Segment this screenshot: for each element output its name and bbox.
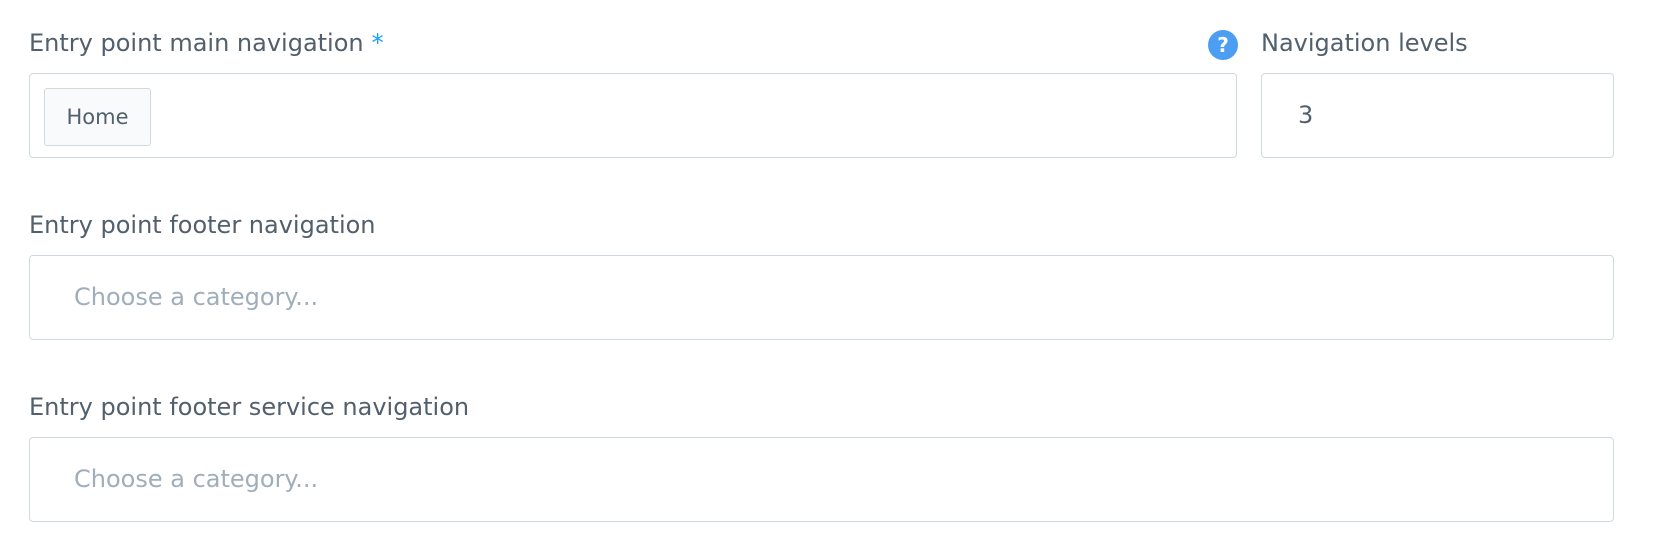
footer-navigation-label: Entry point footer navigation bbox=[29, 211, 376, 239]
footer-navigation-select[interactable]: Choose a category... bbox=[29, 255, 1614, 340]
footer-service-navigation-select[interactable]: Choose a category... bbox=[29, 437, 1614, 522]
footer-service-navigation-label: Entry point footer service navigation bbox=[29, 393, 470, 421]
navigation-levels-label: Navigation levels bbox=[1261, 29, 1468, 57]
navigation-levels-input[interactable]: 3 bbox=[1261, 73, 1614, 158]
footer-navigation-placeholder: Choose a category... bbox=[74, 283, 319, 311]
main-navigation-label: Entry point main navigation * bbox=[29, 28, 384, 58]
navigation-settings-form: Entry point main navigation * ? Home Navi… bbox=[0, 0, 1670, 558]
navigation-levels-value: 3 bbox=[1298, 101, 1314, 129]
footer-service-navigation-placeholder: Choose a category... bbox=[74, 465, 319, 493]
main-navigation-label-text: Entry point main navigation bbox=[29, 29, 364, 57]
main-navigation-select[interactable]: Home bbox=[29, 73, 1237, 158]
required-marker: * bbox=[371, 29, 384, 57]
help-icon[interactable]: ? bbox=[1208, 30, 1238, 60]
selected-category-tag[interactable]: Home bbox=[44, 88, 151, 146]
